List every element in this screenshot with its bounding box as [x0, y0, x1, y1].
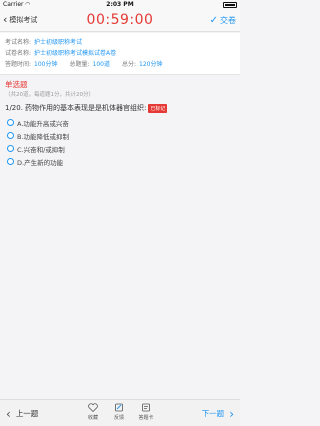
- countdown-timer: 00:59:00: [86, 12, 154, 28]
- feedback-icon: [115, 403, 123, 412]
- question-text: 药物作用的基本表现是是机体器官组织:: [24, 104, 147, 112]
- prev-question-button[interactable]: ‹ 上一题: [6, 400, 38, 426]
- exam-name-value: 护士初级职称考试: [34, 39, 83, 46]
- chevron-right-icon: ›: [229, 406, 234, 421]
- exam-name-label: 考试名称:: [5, 39, 32, 46]
- radio-icon: [7, 158, 14, 165]
- favorite-button[interactable]: 收藏: [82, 403, 104, 421]
- question-area: 单选题 （共20道，每道题1分，共计20分） 1/20. 药物作用的基本表现是是…: [0, 76, 240, 399]
- answer-card-button[interactable]: 答题卡: [135, 403, 157, 421]
- exam-info-panel: 考试名称: 护士初级职称考试 试卷名称: 护士初级职称考试模拟试卷A卷 答题时间…: [0, 33, 240, 75]
- total-score-value: 120分钟: [139, 61, 163, 68]
- option-d[interactable]: D.产生新的功能: [7, 155, 69, 168]
- battery-icon: [223, 2, 237, 8]
- radio-icon: [7, 132, 14, 139]
- paper-name-row: 试卷名称: 护士初级职称考试模拟试卷A卷: [5, 48, 235, 59]
- heart-icon: [88, 403, 98, 412]
- submit-label: 交卷: [220, 16, 236, 25]
- total-questions-label: 总题量:: [69, 61, 90, 68]
- question-stem: 1/20. 药物作用的基本表现是是机体器官组织: 已标记: [5, 103, 237, 113]
- duration-value: 100分钟: [34, 61, 58, 68]
- favorite-label: 收藏: [87, 415, 98, 421]
- option-label: D.产生新的功能: [17, 158, 64, 167]
- radio-icon: [7, 145, 14, 152]
- question-number: 1/20.: [5, 104, 23, 112]
- chevron-left-icon: ‹: [6, 406, 11, 421]
- paper-name-value: 护士初级职称考试模拟试卷A卷: [34, 50, 117, 57]
- total-questions-value: 100道: [92, 61, 110, 68]
- prev-label: 上一题: [15, 409, 39, 418]
- total-score-label: 总分:: [121, 61, 136, 68]
- exam-name-row: 考试名称: 护士初级职称考试: [5, 37, 235, 48]
- paper-name-label: 试卷名称:: [5, 50, 32, 57]
- answer-card-icon: [142, 403, 150, 412]
- radio-icon: [7, 119, 14, 126]
- bottom-toolbar: ‹ 上一题 收藏 反馈 答题卡 下一题 ›: [0, 399, 240, 426]
- option-c[interactable]: C.兴奋和/或抑制: [7, 142, 69, 155]
- next-label: 下一题: [201, 409, 225, 418]
- status-time: 2:03 PM: [106, 1, 134, 8]
- options-list: A.功能升高或兴奋 B.功能降低或抑制 C.兴奋和/或抑制 D.产生新的功能: [7, 116, 69, 168]
- option-b[interactable]: B.功能降低或抑制: [7, 129, 69, 142]
- status-bar: Carrier ◠ 2:03 PM: [0, 0, 240, 10]
- section-title: 单选题: [5, 80, 28, 89]
- section-subtitle: （共20道，每道题1分，共计20分）: [5, 92, 94, 98]
- check-icon: ✓: [209, 14, 218, 26]
- option-label: B.功能降低或抑制: [17, 132, 70, 141]
- answer-card-label: 答题卡: [138, 415, 154, 421]
- next-question-button[interactable]: 下一题 ›: [202, 400, 234, 426]
- submit-button[interactable]: ✓ 交卷: [210, 15, 236, 26]
- option-a[interactable]: A.功能升高或兴奋: [7, 116, 69, 129]
- feedback-button[interactable]: 反馈: [108, 403, 130, 421]
- marked-badge: 已标记: [148, 103, 168, 113]
- nav-bar: ‹ 模拟考试 00:59:00 ✓ 交卷: [0, 10, 240, 32]
- duration-label: 答题时间:: [5, 61, 32, 68]
- option-label: A.功能升高或兴奋: [17, 119, 69, 128]
- option-label: C.兴奋和/或抑制: [17, 145, 65, 154]
- exam-stats-row: 答题时间: 100分钟 总题量: 100道 总分: 120分钟: [5, 59, 235, 70]
- feedback-label: 反馈: [113, 415, 124, 421]
